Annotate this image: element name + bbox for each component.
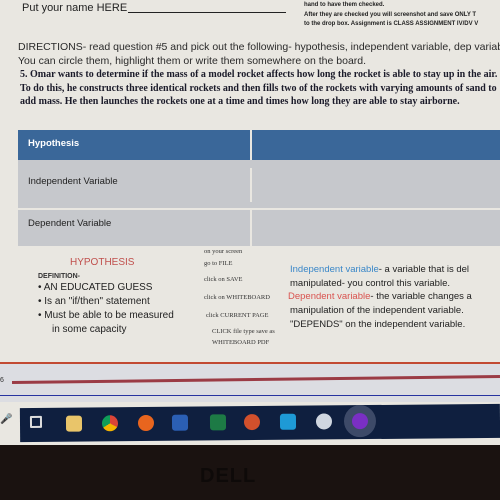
dv-definition-cont: "DEPENDS" on the independent variable. bbox=[290, 319, 466, 330]
file-explorer-icon[interactable] bbox=[65, 415, 83, 432]
page-timeline[interactable]: 6 bbox=[0, 362, 500, 402]
name-field[interactable] bbox=[128, 12, 286, 13]
independent-variable-answer[interactable] bbox=[252, 168, 500, 202]
save-step: on your screen bbox=[204, 248, 243, 255]
chrome-icon[interactable] bbox=[101, 415, 119, 432]
task-view-icon[interactable] bbox=[29, 415, 43, 429]
bullet: • Is an "if/then" statement bbox=[38, 296, 150, 307]
question-5: 5. Omar wants to determine if the mass o… bbox=[20, 69, 498, 107]
name-label: Put your name HERE bbox=[22, 2, 128, 14]
definition-label: DEFINITION- bbox=[38, 273, 80, 280]
dependent-variable-label: Dependent Variable bbox=[18, 210, 252, 246]
dv-definition: Dependent variable- the variable changes… bbox=[288, 291, 472, 302]
hypothesis-label: Hypothesis bbox=[18, 130, 252, 160]
dependent-variable-answer[interactable] bbox=[252, 210, 500, 246]
microphone-icon[interactable]: 🎤 bbox=[0, 414, 12, 430]
bullet-cont: in some capacity bbox=[52, 324, 127, 335]
bullet: • Must be able to be measured bbox=[38, 310, 174, 321]
dell-logo: DELL bbox=[200, 465, 257, 487]
word-icon[interactable] bbox=[171, 414, 189, 431]
answer-table: Hypothesis Independent Variable Dependen… bbox=[18, 130, 500, 246]
instruction-note: hand to have them checked. bbox=[304, 2, 385, 8]
excel-icon[interactable] bbox=[209, 414, 227, 431]
hypothesis-answer[interactable] bbox=[252, 130, 500, 160]
save-step: click on SAVE bbox=[204, 276, 243, 283]
page-number: 6 bbox=[0, 377, 4, 384]
arrow-app-icon[interactable] bbox=[351, 413, 369, 430]
hypothesis-title: HYPOTHESIS bbox=[70, 257, 135, 268]
iv-definition-cont: manipulated- you control this variable. bbox=[290, 278, 451, 289]
save-step: go to FILE bbox=[204, 260, 233, 267]
cloud-app-icon[interactable] bbox=[315, 413, 333, 430]
save-step: click CURRENT PAGE bbox=[206, 312, 269, 319]
table-row: Hypothesis bbox=[18, 130, 500, 160]
firefox-icon[interactable] bbox=[137, 414, 155, 432]
photos-icon[interactable] bbox=[279, 413, 297, 430]
timeline-track[interactable] bbox=[11, 375, 500, 384]
bullet: • AN EDUCATED GUESS bbox=[38, 282, 153, 293]
iv-definition: Independent variable- a variable that is… bbox=[290, 264, 470, 275]
instruction-note: After they are checked you will screensh… bbox=[304, 12, 477, 18]
table-row: Dependent Variable bbox=[18, 208, 500, 246]
save-step: click on WHITEBOARD bbox=[204, 294, 270, 301]
save-step: WHITEBOARD PDF bbox=[212, 339, 270, 346]
directions: DIRECTIONS- read question #5 and pick ou… bbox=[18, 41, 500, 67]
independent-variable-label: Independent Variable bbox=[18, 168, 252, 202]
taskbar bbox=[19, 403, 500, 443]
dv-definition-cont: manipulation of the independent variable… bbox=[290, 305, 464, 316]
screen: Put your name HERE hand to have them che… bbox=[0, 0, 500, 445]
powerpoint-icon[interactable] bbox=[243, 414, 261, 431]
save-step: CLICK file type save as bbox=[212, 328, 275, 335]
instruction-note: to the drop box. Assignment is CLASS ASS… bbox=[304, 21, 479, 27]
table-row: Independent Variable bbox=[18, 168, 500, 202]
divider bbox=[0, 395, 500, 396]
definitions-section: HYPOTHESIS DEFINITION- • AN EDUCATED GUE… bbox=[0, 248, 500, 358]
